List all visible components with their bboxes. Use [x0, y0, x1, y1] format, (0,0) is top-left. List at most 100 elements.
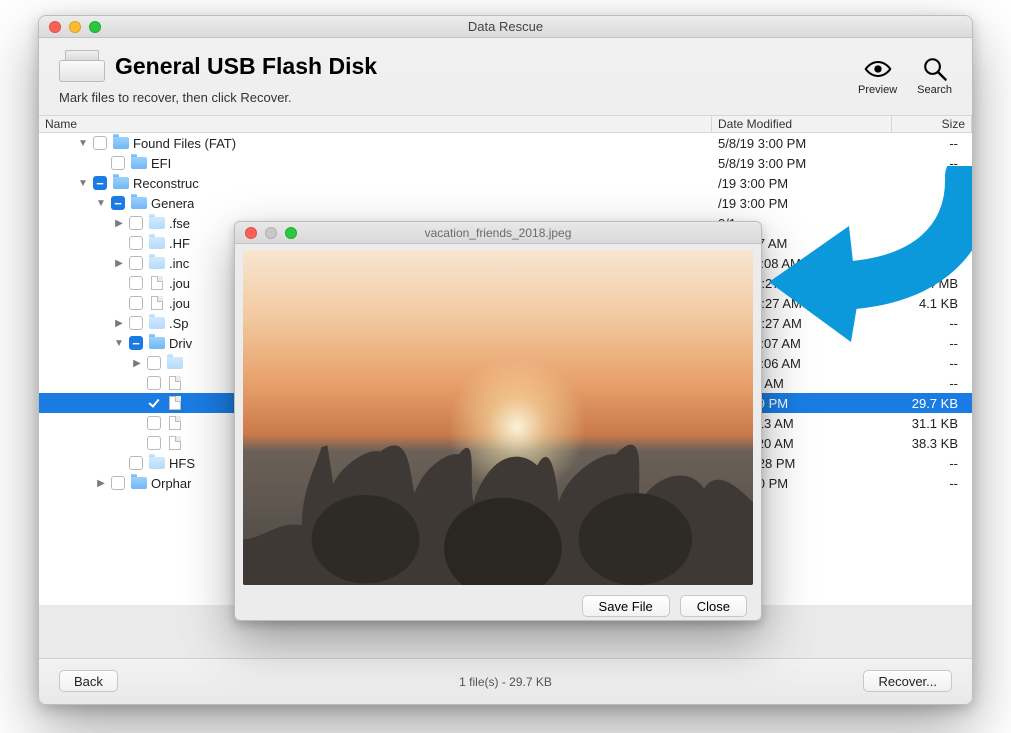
row-size: --	[892, 136, 972, 151]
row-name: .inc	[169, 256, 189, 271]
folder-icon	[131, 475, 147, 491]
row-size: --	[892, 336, 972, 351]
row-checkbox[interactable]: −	[129, 336, 143, 350]
row-name: .fse	[169, 216, 190, 231]
disclosure-arrow[interactable]: ▼	[95, 198, 107, 209]
row-checkbox[interactable]: −	[93, 176, 107, 190]
search-tool-label: Search	[917, 84, 952, 96]
disclosure-arrow[interactable]: ▶	[113, 258, 125, 269]
row-name: .jou	[169, 276, 190, 291]
preview-tool-label: Preview	[858, 84, 897, 96]
row-checkbox[interactable]	[147, 396, 161, 410]
folder-icon	[131, 155, 147, 171]
folder-icon	[113, 135, 129, 151]
row-checkbox[interactable]	[129, 256, 143, 270]
preview-traffic-lights	[235, 227, 297, 239]
file-icon	[167, 375, 183, 391]
row-date: 5/8/19 3:00 PM	[712, 156, 892, 171]
row-date: /19 3:00 PM	[712, 176, 892, 191]
row-checkbox[interactable]	[111, 156, 125, 170]
preview-minimize-button[interactable]	[265, 227, 277, 239]
table-row[interactable]: ▼−Reconstruc/19 3:00 PM--	[39, 173, 972, 193]
folder-icon	[167, 355, 183, 371]
close-window-button[interactable]	[49, 21, 61, 33]
row-size: --	[892, 236, 972, 251]
column-name[interactable]: Name	[39, 116, 712, 132]
row-size: --	[892, 256, 972, 271]
folder-icon	[149, 315, 165, 331]
row-checkbox[interactable]	[129, 456, 143, 470]
back-button[interactable]: Back	[59, 670, 118, 692]
footer-bar: Back 1 file(s) - 29.7 KB Recover...	[39, 658, 972, 704]
disclosure-arrow[interactable]: ▼	[77, 178, 89, 189]
row-name: EFI	[151, 156, 171, 171]
folder-icon	[113, 175, 129, 191]
preview-image	[243, 250, 753, 585]
row-size: 31.1 KB	[892, 416, 972, 431]
row-checkbox[interactable]	[111, 476, 125, 490]
row-size: 8.4 MB	[892, 276, 972, 291]
row-size: --	[892, 156, 972, 171]
page-subtitle: Mark files to recover, then click Recove…	[59, 90, 377, 105]
column-header[interactable]: Name Date Modified Size	[39, 115, 972, 133]
folder-icon	[149, 455, 165, 471]
search-tool-button[interactable]: Search	[917, 56, 952, 96]
row-size: --	[892, 196, 972, 211]
row-checkbox[interactable]	[147, 376, 161, 390]
row-size: 38.3 KB	[892, 436, 972, 451]
row-checkbox[interactable]	[93, 136, 107, 150]
disclosure-arrow[interactable]: ▶	[131, 358, 143, 369]
column-size[interactable]: Size	[892, 116, 972, 132]
row-checkbox[interactable]	[129, 236, 143, 250]
column-date[interactable]: Date Modified	[712, 116, 892, 132]
folder-icon	[149, 255, 165, 271]
preview-tool-button[interactable]: Preview	[858, 56, 897, 96]
disclosure-arrow[interactable]: ▼	[77, 138, 89, 149]
recover-button[interactable]: Recover...	[863, 670, 952, 692]
row-size: --	[892, 476, 972, 491]
row-checkbox[interactable]	[147, 416, 161, 430]
row-checkbox[interactable]	[129, 296, 143, 310]
row-size: --	[892, 316, 972, 331]
row-checkbox[interactable]	[129, 216, 143, 230]
disk-icon	[59, 50, 105, 82]
row-size: --	[892, 216, 972, 231]
row-checkbox[interactable]	[129, 276, 143, 290]
row-size: --	[892, 356, 972, 371]
save-file-button[interactable]: Save File	[582, 595, 670, 617]
row-checkbox[interactable]: −	[111, 196, 125, 210]
disclosure-arrow[interactable]: ▶	[113, 218, 125, 229]
row-checkbox[interactable]	[129, 316, 143, 330]
row-date: 5/8/19 3:00 PM	[712, 136, 892, 151]
disclosure-arrow[interactable]: ▼	[113, 338, 125, 349]
row-name: Genera	[151, 196, 194, 211]
row-checkbox[interactable]	[147, 436, 161, 450]
preview-zoom-button[interactable]	[285, 227, 297, 239]
row-checkbox[interactable]	[147, 356, 161, 370]
row-size: --	[892, 456, 972, 471]
main-titlebar: Data Rescue	[39, 16, 972, 38]
header: General USB Flash Disk Mark files to rec…	[39, 38, 972, 115]
table-row[interactable]: ▼Found Files (FAT)5/8/19 3:00 PM--	[39, 133, 972, 153]
magnifier-icon	[921, 56, 949, 82]
table-row[interactable]: ▼−Genera/19 3:00 PM--	[39, 193, 972, 213]
page-title: General USB Flash Disk	[115, 53, 377, 80]
preview-actions: Save File Close	[235, 585, 761, 621]
preview-titlebar: vacation_friends_2018.jpeg	[235, 222, 761, 244]
disclosure-arrow[interactable]: ▶	[95, 478, 107, 489]
zoom-window-button[interactable]	[89, 21, 101, 33]
traffic-lights	[39, 21, 101, 33]
row-size: 4.1 KB	[892, 296, 972, 311]
table-row[interactable]: EFI 5/8/19 3:00 PM--	[39, 153, 972, 173]
minimize-window-button[interactable]	[69, 21, 81, 33]
close-button[interactable]: Close	[680, 595, 747, 617]
row-size: --	[892, 176, 972, 191]
folder-icon	[149, 235, 165, 251]
preview-close-button[interactable]	[245, 227, 257, 239]
row-name: Orphar	[151, 476, 191, 491]
window-title: Data Rescue	[39, 19, 972, 34]
file-icon	[167, 435, 183, 451]
disclosure-arrow[interactable]: ▶	[113, 318, 125, 329]
file-icon	[149, 295, 165, 311]
folder-icon	[149, 215, 165, 231]
